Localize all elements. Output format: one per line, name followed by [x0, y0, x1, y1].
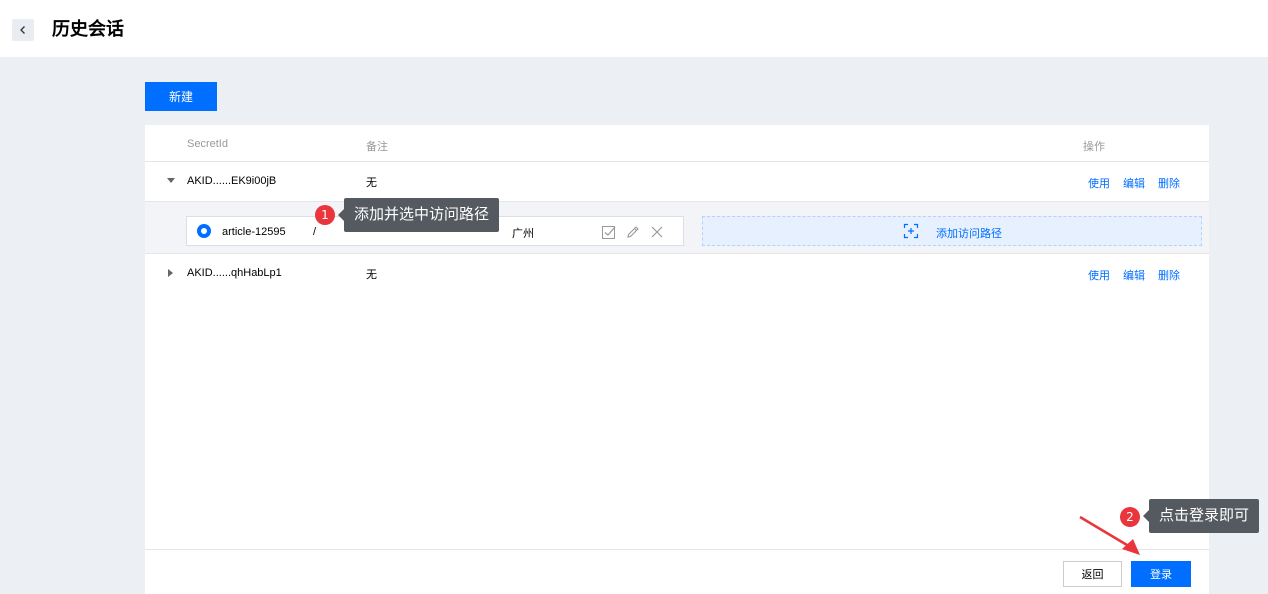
table-row: AKID......qhHabLp1 无 使用 编辑 删除	[145, 254, 1209, 294]
annotation-arrow-icon	[1079, 515, 1140, 555]
column-header-remark: 备注	[366, 140, 388, 153]
remark: 无	[366, 176, 377, 189]
use-link[interactable]: 使用	[1088, 267, 1110, 283]
edit-link[interactable]: 编辑	[1123, 175, 1145, 191]
step-badge-1: 1	[315, 205, 335, 225]
new-button[interactable]: 新建	[145, 82, 217, 111]
add-path-label: 添加访问路径	[936, 227, 1002, 240]
column-header-secretid: SecretId	[187, 138, 228, 150]
page-title: 历史会话	[52, 19, 124, 40]
path-name: article-12595	[222, 226, 286, 238]
remark: 无	[366, 268, 377, 281]
footer-bar: 返回 登录	[145, 549, 1209, 594]
path-value: /	[313, 226, 317, 238]
edit-pencil-icon[interactable]	[625, 224, 641, 240]
delete-link[interactable]: 删除	[1158, 175, 1180, 191]
close-icon[interactable]	[649, 224, 665, 240]
table-row: AKID......EK9i00jB 无 使用 编辑 删除	[145, 162, 1209, 202]
top-bar: 历史会话	[0, 0, 1268, 57]
column-header-actions: 操作	[1083, 140, 1105, 153]
sessions-table: SecretId 备注 操作 AKID......EK9i00jB 无 使用 编…	[145, 125, 1209, 594]
access-paths-row: article-12595 / 广州 添加访问路径	[145, 202, 1209, 254]
use-link[interactable]: 使用	[1088, 175, 1110, 191]
secret-id: AKID......EK9i00jB	[187, 175, 277, 187]
table-header: SecretId 备注 操作	[145, 125, 1209, 162]
back-button[interactable]	[12, 19, 34, 41]
secret-id: AKID......qhHabLp1	[187, 267, 282, 279]
confirm-check-icon[interactable]	[601, 224, 617, 240]
expand-caret-icon[interactable]	[166, 267, 176, 279]
annotation-tooltip-1: 添加并选中访问路径	[337, 198, 500, 232]
path-radio-selected[interactable]	[197, 224, 211, 238]
chevron-left-icon	[20, 26, 25, 34]
edit-link[interactable]: 编辑	[1123, 267, 1145, 283]
delete-link[interactable]: 删除	[1158, 267, 1180, 283]
add-access-path-button[interactable]: 添加访问路径	[702, 216, 1202, 246]
path-region: 广州	[512, 227, 534, 240]
scan-add-icon	[903, 223, 919, 239]
collapse-caret-icon[interactable]	[166, 175, 176, 187]
annotation-tooltip-2: 点击登录即可	[1142, 499, 1260, 533]
